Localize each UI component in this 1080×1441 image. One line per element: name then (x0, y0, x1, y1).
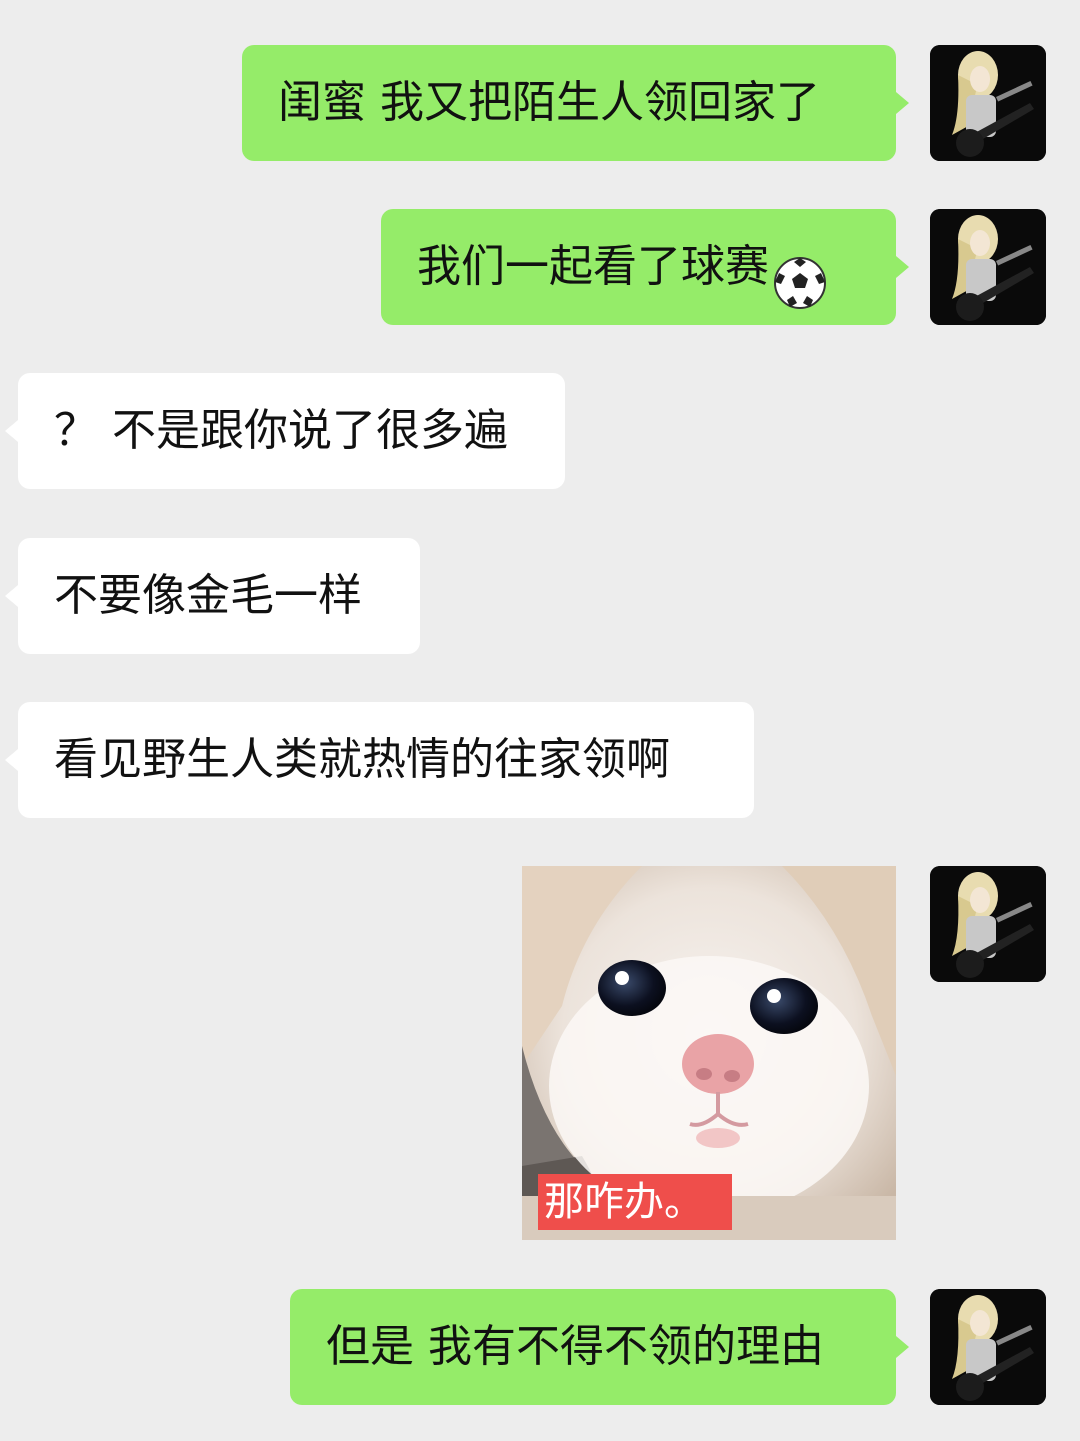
bubble-tail (5, 585, 18, 607)
outgoing-message-bubble[interactable]: 闺蜜 我又把陌生人领回家了 (242, 45, 896, 161)
incoming-message-bubble[interactable]: 看见野生人类就热情的往家领啊 (18, 702, 754, 818)
bubble-tail (896, 92, 909, 114)
message-text: ？ 不是跟你说了很多遍 (54, 405, 508, 456)
bubble-tail (5, 749, 18, 771)
user-avatar[interactable] (930, 209, 1046, 325)
message-row: ？ 不是跟你说了很多遍 (0, 373, 1080, 489)
avatar-image (930, 45, 1046, 161)
message-row: 看见野生人类就热情的往家领啊 (0, 702, 1080, 818)
avatar-image (930, 866, 1046, 982)
outgoing-message-bubble[interactable]: 但是 我有不得不领的理由 (290, 1289, 896, 1405)
message-text: 看见野生人类就热情的往家领啊 (54, 734, 670, 785)
sticker-caption: 那咋办。 (538, 1174, 732, 1230)
message-text: 闺蜜 我又把陌生人领回家了 (278, 77, 820, 128)
soccer-ball-icon (773, 238, 827, 309)
user-avatar[interactable] (930, 866, 1046, 982)
kitten-sticker-image[interactable]: 那咋办。 (522, 866, 896, 1240)
user-avatar[interactable] (930, 45, 1046, 161)
incoming-message-bubble[interactable]: 不要像金毛一样 (18, 538, 420, 654)
message-text: 不要像金毛一样 (54, 570, 362, 621)
message-text: 但是 我有不得不领的理由 (326, 1321, 824, 1372)
bubble-tail (896, 256, 909, 278)
bubble-tail (5, 420, 18, 442)
message-text: 我们一起看了球赛 (417, 241, 769, 292)
avatar-image (930, 1289, 1046, 1405)
user-avatar[interactable] (930, 1289, 1046, 1405)
bubble-tail (896, 1336, 909, 1358)
outgoing-message-bubble[interactable]: 我们一起看了球赛 (381, 209, 896, 325)
message-row: 但是 我有不得不领的理由 (0, 1289, 1080, 1405)
avatar-image (930, 209, 1046, 325)
incoming-message-bubble[interactable]: ？ 不是跟你说了很多遍 (18, 373, 565, 489)
message-row: 我们一起看了球赛 (0, 209, 1080, 325)
message-row: 不要像金毛一样 (0, 538, 1080, 654)
message-row: 闺蜜 我又把陌生人领回家了 (0, 45, 1080, 161)
